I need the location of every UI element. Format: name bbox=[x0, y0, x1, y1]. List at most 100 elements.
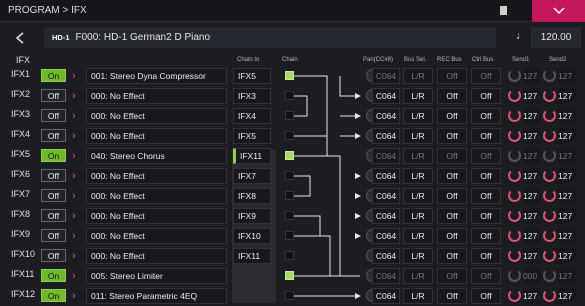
send2-knob-icon[interactable] bbox=[543, 249, 556, 262]
bus-sel-value[interactable]: L/R bbox=[403, 248, 433, 264]
back-button[interactable] bbox=[0, 27, 40, 48]
chain-to-select[interactable]: IFX10 bbox=[233, 228, 271, 244]
chain-to-select[interactable]: IFX11 bbox=[233, 148, 271, 164]
ifx-on-off-toggle[interactable]: Off bbox=[41, 229, 66, 242]
tempo-field[interactable]: 120.00 bbox=[531, 27, 581, 48]
rec-bus-value[interactable]: Off bbox=[437, 168, 467, 184]
effect-select[interactable]: 005: Stereo Limiter bbox=[86, 268, 227, 284]
page-menu-button[interactable] bbox=[532, 0, 585, 22]
chain-node[interactable] bbox=[285, 171, 294, 180]
ctrl-bus-value[interactable]: Off bbox=[471, 148, 501, 164]
pan-value[interactable]: C064 bbox=[372, 168, 400, 184]
send2-value[interactable]: 127 bbox=[558, 148, 576, 164]
send1-value[interactable]: 127 bbox=[523, 88, 541, 104]
ctrl-bus-value[interactable]: Off bbox=[471, 168, 501, 184]
rec-bus-value[interactable]: Off bbox=[437, 268, 467, 284]
send1-value[interactable]: 127 bbox=[523, 168, 541, 184]
rec-bus-value[interactable]: Off bbox=[437, 88, 467, 104]
bus-sel-value[interactable]: L/R bbox=[403, 228, 433, 244]
rec-bus-value[interactable]: Off bbox=[437, 188, 467, 204]
chain-node[interactable] bbox=[285, 111, 294, 120]
chevron-right-icon[interactable]: › bbox=[72, 190, 82, 202]
chevron-right-icon[interactable]: › bbox=[72, 110, 82, 122]
bus-sel-value[interactable]: L/R bbox=[403, 88, 433, 104]
chain-node[interactable] bbox=[285, 271, 294, 280]
program-select[interactable]: HD-1 F000: HD-1 German2 D Piano bbox=[44, 27, 496, 48]
send1-value[interactable]: 127 bbox=[523, 148, 541, 164]
pan-value[interactable]: C064 bbox=[372, 188, 400, 204]
ctrl-bus-value[interactable]: Off bbox=[471, 128, 501, 144]
bus-sel-value[interactable]: L/R bbox=[403, 68, 433, 84]
send2-value[interactable]: 127 bbox=[558, 268, 576, 284]
bus-sel-value[interactable]: L/R bbox=[403, 168, 433, 184]
effect-select[interactable]: 000: No Effect bbox=[86, 188, 227, 204]
chevron-right-icon[interactable]: › bbox=[72, 150, 82, 162]
effect-select[interactable]: 011: Stereo Parametric 4EQ bbox=[86, 288, 227, 304]
send2-knob-icon[interactable] bbox=[543, 289, 556, 302]
send1-value[interactable]: 127 bbox=[523, 228, 541, 244]
ifx-on-off-toggle[interactable]: Off bbox=[41, 249, 66, 262]
chain-node[interactable] bbox=[285, 211, 294, 220]
ctrl-bus-value[interactable]: Off bbox=[471, 88, 501, 104]
pan-value[interactable]: C064 bbox=[372, 68, 400, 84]
send2-value[interactable]: 127 bbox=[558, 68, 576, 84]
chain-node[interactable] bbox=[285, 191, 294, 200]
send2-knob-icon[interactable] bbox=[543, 229, 556, 242]
chevron-right-icon[interactable]: › bbox=[72, 70, 82, 82]
send2-value[interactable]: 127 bbox=[558, 228, 576, 244]
chain-to-select[interactable]: IFX9 bbox=[233, 208, 271, 224]
rec-bus-value[interactable]: Off bbox=[437, 68, 467, 84]
ifx-on-off-toggle[interactable]: On bbox=[41, 269, 66, 282]
send1-value[interactable]: 000 bbox=[523, 268, 541, 284]
send1-value[interactable]: 127 bbox=[523, 208, 541, 224]
rec-bus-value[interactable]: Off bbox=[437, 148, 467, 164]
send1-knob-icon[interactable] bbox=[508, 289, 521, 302]
chain-to-select[interactable]: IFX5 bbox=[233, 68, 271, 84]
effect-select[interactable]: 000: No Effect bbox=[86, 88, 227, 104]
pan-value[interactable]: C064 bbox=[372, 148, 400, 164]
pan-value[interactable]: C064 bbox=[372, 108, 400, 124]
send2-knob-icon[interactable] bbox=[543, 269, 556, 282]
bus-sel-value[interactable]: L/R bbox=[403, 288, 433, 304]
send2-knob-icon[interactable] bbox=[543, 209, 556, 222]
send2-knob-icon[interactable] bbox=[543, 109, 556, 122]
send1-knob-icon[interactable] bbox=[508, 129, 521, 142]
chain-to-select[interactable]: IFX8 bbox=[233, 188, 271, 204]
send1-value[interactable]: 127 bbox=[523, 128, 541, 144]
send2-value[interactable]: 127 bbox=[558, 168, 576, 184]
send2-value[interactable]: 127 bbox=[558, 128, 576, 144]
chain-node[interactable] bbox=[285, 131, 294, 140]
chevron-right-icon[interactable]: › bbox=[72, 170, 82, 182]
send1-knob-icon[interactable] bbox=[508, 149, 521, 162]
send1-knob-icon[interactable] bbox=[508, 89, 521, 102]
send1-knob-icon[interactable] bbox=[508, 229, 521, 242]
send1-value[interactable]: 127 bbox=[523, 68, 541, 84]
chevron-right-icon[interactable]: › bbox=[72, 90, 82, 102]
rec-bus-value[interactable]: Off bbox=[437, 128, 467, 144]
bus-sel-value[interactable]: L/R bbox=[403, 108, 433, 124]
ctrl-bus-value[interactable]: Off bbox=[471, 208, 501, 224]
chevron-right-icon[interactable]: › bbox=[72, 270, 82, 282]
chain-node[interactable] bbox=[285, 151, 294, 160]
send2-knob-icon[interactable] bbox=[543, 189, 556, 202]
rec-bus-value[interactable]: Off bbox=[437, 248, 467, 264]
chain-node[interactable] bbox=[285, 231, 294, 240]
pan-value[interactable]: C064 bbox=[372, 248, 400, 264]
send2-knob-icon[interactable] bbox=[543, 129, 556, 142]
send1-knob-icon[interactable] bbox=[508, 169, 521, 182]
chain-to-select[interactable]: IFX3 bbox=[233, 88, 271, 104]
send1-knob-icon[interactable] bbox=[508, 209, 521, 222]
pan-value[interactable]: C064 bbox=[372, 268, 400, 284]
effect-select[interactable]: 000: No Effect bbox=[86, 248, 227, 264]
effect-select[interactable]: 000: No Effect bbox=[86, 128, 227, 144]
bus-sel-value[interactable]: L/R bbox=[403, 128, 433, 144]
send2-value[interactable]: 127 bbox=[558, 88, 576, 104]
rec-bus-value[interactable]: Off bbox=[437, 208, 467, 224]
chain-to-select[interactable]: IFX5 bbox=[233, 128, 271, 144]
ifx-on-off-toggle[interactable]: On bbox=[41, 69, 66, 82]
rec-bus-value[interactable]: Off bbox=[437, 288, 467, 304]
chain-node[interactable] bbox=[285, 291, 294, 300]
pan-value[interactable]: C064 bbox=[372, 228, 400, 244]
effect-select[interactable]: 000: No Effect bbox=[86, 108, 227, 124]
bus-sel-value[interactable]: L/R bbox=[403, 208, 433, 224]
